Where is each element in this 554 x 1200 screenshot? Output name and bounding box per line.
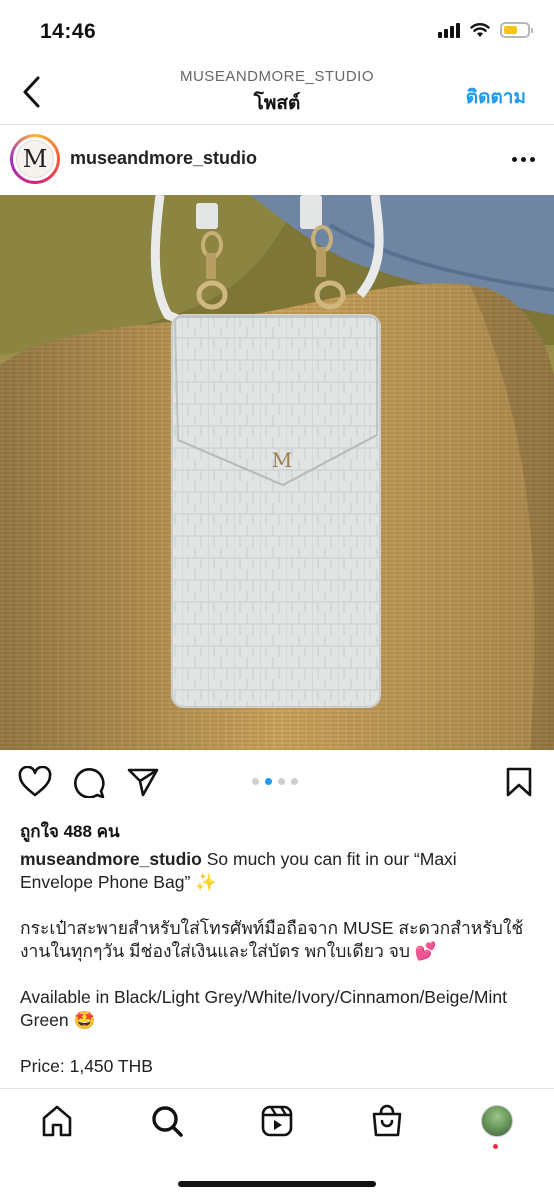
home-icon <box>42 1105 72 1137</box>
nav-profile-avatar[interactable] <box>481 1105 513 1137</box>
follow-button[interactable]: ติดตาม <box>466 82 526 112</box>
bookmark-icon <box>506 767 532 797</box>
heart-icon <box>18 765 52 797</box>
avatar-logo: M <box>16 140 54 178</box>
share-button[interactable] <box>126 766 160 803</box>
search-icon <box>152 1106 183 1137</box>
likes-count[interactable]: ถูกใจ 488 คน <box>20 818 120 845</box>
photo-illustration: M <box>0 195 554 750</box>
notification-dot <box>493 1144 498 1149</box>
signal-icon <box>438 22 460 38</box>
header-divider <box>0 124 554 125</box>
carousel-dot <box>278 778 285 785</box>
nav-home[interactable] <box>40 1104 74 1143</box>
caption-paragraph: museandmore_studio So much you can fit i… <box>20 848 532 894</box>
nav-reels[interactable] <box>260 1104 294 1143</box>
post-photo[interactable]: M <box>0 195 554 750</box>
caption-username[interactable]: museandmore_studio <box>20 849 202 869</box>
battery-icon <box>500 22 533 38</box>
home-indicator[interactable] <box>178 1181 376 1187</box>
nav-search[interactable] <box>150 1104 184 1143</box>
carousel-dot-active <box>265 778 272 785</box>
post-username[interactable]: museandmore_studio <box>70 148 257 169</box>
comment-button[interactable] <box>72 766 106 803</box>
save-button[interactable] <box>504 766 534 803</box>
reels-icon <box>261 1105 293 1137</box>
carousel-dot <box>252 778 259 785</box>
more-options-button[interactable] <box>510 148 536 170</box>
nav-shop[interactable] <box>370 1104 404 1143</box>
status-time: 14:46 <box>40 20 97 43</box>
wifi-icon <box>470 23 490 37</box>
post-caption: museandmore_studio So much you can fit i… <box>20 848 532 1101</box>
status-icons <box>438 22 533 38</box>
caption-paragraph-thai: กระเป๋าสะพายสำหรับใส่โทรศัพท์มือถือจาก M… <box>20 918 524 961</box>
more-horizontal-icon <box>511 156 517 162</box>
caption-price: Price: 1,450 THB <box>20 1056 153 1076</box>
caption-paragraph-colors: Available in Black/Light Grey/White/Ivor… <box>20 987 507 1030</box>
carousel-dot <box>291 778 298 785</box>
comment-icon <box>74 768 105 799</box>
send-icon <box>127 768 159 797</box>
shop-icon <box>372 1104 402 1137</box>
carousel-indicator <box>252 778 298 785</box>
like-button[interactable] <box>18 765 52 803</box>
